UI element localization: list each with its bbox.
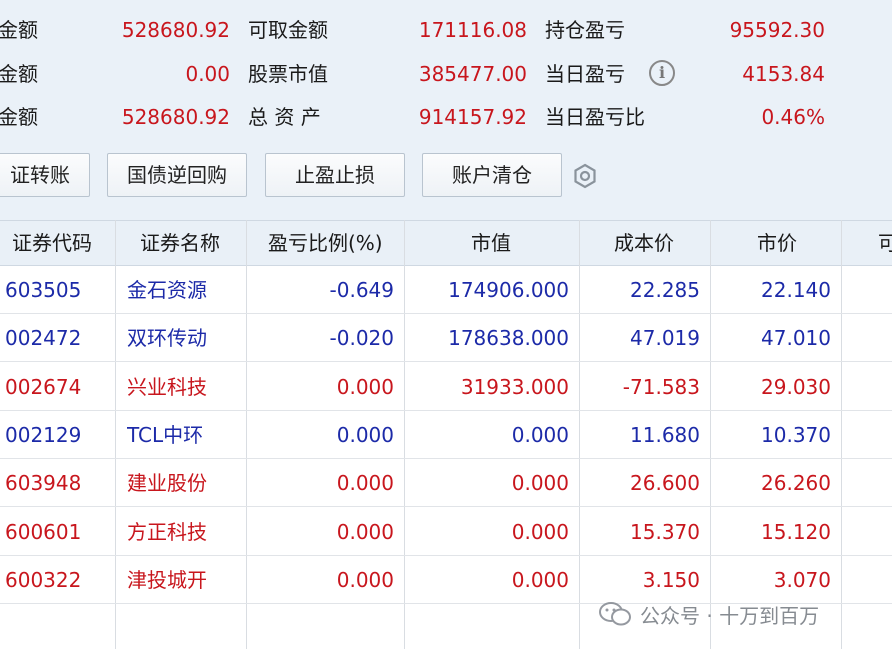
cell-cost-price: 11.680	[630, 422, 700, 447]
cell-market-value: 0.000	[511, 567, 569, 592]
cell-market-value: 0.000	[511, 519, 569, 544]
cell-market-price: 10.370	[761, 422, 831, 447]
cell-market-price: 22.140	[761, 278, 831, 302]
table-row[interactable]: 600322 津投城开 0.000 0.000 3.150 3.070	[0, 556, 892, 604]
column-header-market-price[interactable]: 市价	[757, 221, 797, 265]
cell-name: 双环传动	[127, 326, 207, 351]
summary-value-frozen: 0.00	[185, 62, 230, 86]
column-header-cost-price[interactable]: 成本价	[614, 221, 674, 265]
cell-name: 方正科技	[127, 519, 207, 544]
cell-market-price: 47.010	[761, 326, 831, 351]
summary-label-frozen: 金额	[0, 62, 38, 86]
cell-cost-price: 26.600	[630, 471, 700, 496]
cell-code: 002674	[5, 374, 82, 399]
summary-label-total-assets: 总 资 产	[248, 105, 321, 129]
cell-pnl-ratio: 0.000	[336, 567, 394, 592]
cell-code: 600601	[5, 519, 82, 544]
cell-cost-price: 47.019	[630, 326, 700, 351]
cell-name: 津投城开	[127, 567, 207, 592]
column-header-code[interactable]: 证券代码	[12, 221, 92, 265]
column-header-name[interactable]: 证券名称	[140, 221, 220, 265]
cell-cost-price: -71.583	[622, 374, 700, 399]
cell-code: 002129	[5, 422, 82, 447]
summary-label-daily-pnl-ratio: 当日盈亏比	[545, 105, 645, 129]
table-row[interactable]: 603948 建业股份 0.000 0.000 26.600 26.260	[0, 459, 892, 508]
cell-pnl-ratio: 0.000	[336, 519, 394, 544]
summary-label-position-pnl: 持仓盈亏	[545, 18, 625, 42]
cell-name: 金石资源	[127, 278, 207, 302]
cell-code: 002472	[5, 326, 82, 351]
summary-value-balance: 528680.92	[121, 18, 230, 42]
cell-cost-price: 15.370	[630, 519, 700, 544]
summary-label-balance: 金额	[0, 18, 38, 42]
cell-market-value: 0.000	[511, 422, 569, 447]
cell-code: 600322	[5, 567, 82, 592]
cell-name: 建业股份	[127, 471, 207, 496]
column-header-pnl-ratio[interactable]: 盈亏比例(%)	[268, 221, 383, 265]
cell-name: TCL中环	[127, 422, 204, 447]
table-row[interactable]: 002472 双环传动 -0.020 178638.000 47.019 47.010	[0, 314, 892, 363]
summary-label-withdrawable: 可取金额	[248, 18, 328, 42]
clear-positions-button[interactable]: 账户清仓	[422, 153, 562, 197]
table-row[interactable]: 600601 方正科技 0.000 0.000 15.370 15.120	[0, 508, 892, 556]
cell-cost-price: 3.150	[642, 567, 700, 592]
bank-transfer-button[interactable]: 证转账	[0, 153, 90, 197]
cell-market-value: 174906.000	[448, 278, 569, 302]
summary-value-total-assets: 914157.92	[418, 105, 527, 129]
summary-label-stock-value: 股票市值	[248, 62, 328, 86]
cell-market-value: 31933.000	[460, 374, 569, 399]
reverse-repo-button[interactable]: 国债逆回购	[107, 153, 247, 197]
stop-profit-loss-button[interactable]: 止盈止损	[265, 153, 405, 197]
cell-pnl-ratio: 0.000	[336, 374, 394, 399]
cell-market-price: 15.120	[761, 519, 831, 544]
cell-market-value: 178638.000	[448, 326, 569, 351]
cell-code: 603948	[5, 471, 82, 496]
column-header-market-value[interactable]: 市值	[471, 221, 511, 265]
cell-pnl-ratio: 0.000	[336, 422, 394, 447]
summary-value-stock-value: 385477.00	[418, 62, 527, 86]
cell-cost-price: 22.285	[630, 278, 700, 302]
account-summary-panel: 金额 528680.92 可取金额 171116.08 持仓盈亏 95592.3…	[0, 0, 892, 220]
summary-value-daily-pnl: 4153.84	[742, 62, 825, 86]
summary-value-available: 528680.92	[121, 105, 230, 129]
cell-code: 603505	[5, 278, 82, 302]
info-icon[interactable]: i	[649, 60, 675, 86]
cell-pnl-ratio: -0.649	[329, 278, 394, 302]
watermark-text: 公众号 · 十万到百万	[640, 603, 820, 628]
column-header-available[interactable]: 可	[878, 221, 892, 265]
table-row[interactable]: 002674 兴业科技 0.000 31933.000 -71.583 29.030	[0, 363, 892, 411]
holdings-table-header: 证券代码 证券名称 盈亏比例(%) 市值 成本价 市价 可	[0, 220, 892, 266]
summary-label-daily-pnl: 当日盈亏	[545, 62, 625, 86]
watermark: 公众号 · 十万到百万	[598, 599, 819, 629]
summary-value-withdrawable: 171116.08	[418, 18, 527, 42]
cell-market-price: 3.070	[773, 567, 831, 592]
summary-value-daily-pnl-ratio: 0.46%	[761, 105, 825, 129]
cell-pnl-ratio: -0.020	[329, 326, 394, 351]
cell-name: 兴业科技	[127, 374, 207, 399]
cell-market-price: 26.260	[761, 471, 831, 496]
wechat-logo-icon	[599, 602, 631, 626]
table-row[interactable]: 603505 金石资源 -0.649 174906.000 22.285 22.140	[0, 266, 892, 314]
settings-gear-icon[interactable]	[571, 162, 599, 190]
summary-value-position-pnl: 95592.30	[729, 18, 825, 42]
cell-market-value: 0.000	[511, 471, 569, 496]
table-row[interactable]: 002129 TCL中环 0.000 0.000 11.680 10.370	[0, 411, 892, 459]
summary-label-available: 金额	[0, 105, 38, 129]
cell-market-price: 29.030	[761, 374, 831, 399]
cell-pnl-ratio: 0.000	[336, 471, 394, 496]
